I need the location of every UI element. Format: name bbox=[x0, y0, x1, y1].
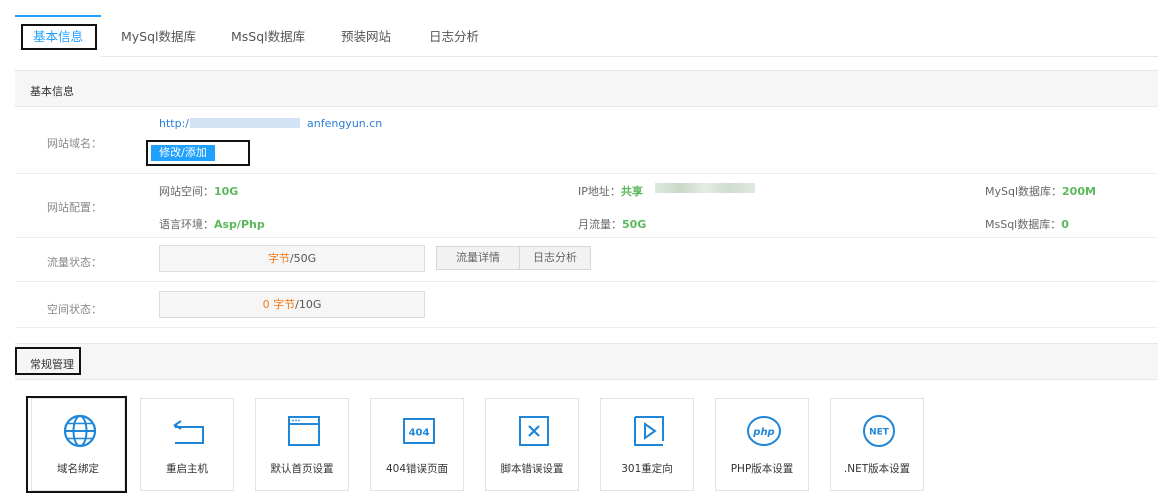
card-301-redirect[interactable]: 301重定向 bbox=[600, 398, 694, 491]
disk-status-label: 空间状态： bbox=[47, 303, 102, 316]
redacted-mask bbox=[655, 183, 755, 193]
disk-status-row: 空间状态： 0 字节/10G bbox=[15, 282, 1158, 328]
restart-icon bbox=[173, 420, 204, 444]
domain-prefix: http:/ bbox=[159, 117, 189, 130]
lang-value: Asp/Php bbox=[214, 218, 265, 231]
disk-total: /10G bbox=[295, 298, 322, 311]
disk-used: 0 bbox=[262, 298, 270, 311]
card-php-version[interactable]: php PHP版本设置 bbox=[715, 398, 809, 491]
traffic-value: 50G bbox=[622, 218, 647, 231]
404-glyph: 404 bbox=[409, 428, 430, 439]
card-label: 重启主机 bbox=[166, 463, 208, 475]
space-info: 网站空间：10G bbox=[159, 185, 239, 198]
lang-info: 语言环境：Asp/Php bbox=[159, 218, 265, 231]
tab-label: MsSql数据库 bbox=[231, 29, 306, 44]
ip-info: IP地址：共享 bbox=[578, 185, 643, 198]
card-label: 301重定向 bbox=[621, 463, 673, 475]
close-box-icon bbox=[519, 416, 549, 446]
log-analysis-button[interactable]: 日志分析 bbox=[519, 246, 591, 270]
modify-add-button-label: 修改/添加 bbox=[151, 145, 215, 161]
card-label: 默认首页设置 bbox=[270, 463, 334, 475]
card-default-homepage[interactable]: 默认首页设置 bbox=[255, 398, 349, 491]
flow-total: /50G bbox=[289, 252, 317, 265]
card-label: 脚本错误设置 bbox=[500, 463, 564, 475]
browser-window-icon bbox=[288, 416, 320, 446]
card-404-page[interactable]: 404 404错误页面 bbox=[370, 398, 464, 491]
flow-status-row: 流量状态： 字节/50G 流量详情 日志分析 bbox=[15, 238, 1158, 282]
play-box-icon bbox=[634, 416, 664, 446]
ip-value: 共享 bbox=[620, 185, 643, 198]
tab-label: 预装网站 bbox=[341, 29, 392, 44]
redacted-mask bbox=[190, 118, 300, 128]
tab-bar: 基本信息 MySql数据库 MsSql数据库 预装网站 日志分析 bbox=[15, 15, 1158, 57]
card-script-error[interactable]: 脚本错误设置 bbox=[485, 398, 579, 491]
space-value: 10G bbox=[214, 185, 239, 198]
tab-label: 日志分析 bbox=[429, 29, 480, 44]
tab-mysql[interactable]: MySql数据库 bbox=[121, 15, 196, 57]
tab-label: MySql数据库 bbox=[121, 29, 197, 44]
domain-row: 网站域名： http:/ anfengyun.cn 修改/添加 bbox=[15, 107, 1158, 174]
card-net-version[interactable]: NET .NET版本设置 bbox=[830, 398, 924, 491]
card-label: .NET版本设置 bbox=[843, 463, 911, 475]
traffic-info: 月流量：50G bbox=[578, 218, 647, 231]
manage-header: 常规管理 bbox=[15, 343, 1158, 380]
disk-usage-bar: 0 字节/10G bbox=[159, 291, 425, 318]
flow-usage-bar: 字节/50G bbox=[159, 245, 425, 272]
mssql-value: 0 bbox=[1061, 218, 1069, 231]
card-label: 404错误页面 bbox=[385, 463, 449, 475]
manage-title-highlight-frame bbox=[15, 347, 81, 375]
mssql-info: MsSql数据库：0 bbox=[985, 218, 1069, 231]
card-restart-host[interactable]: 重启主机 bbox=[140, 398, 234, 491]
404-icon: 404 bbox=[403, 418, 435, 444]
php-icon: php bbox=[747, 416, 781, 446]
domain-card-highlight-frame bbox=[26, 396, 127, 493]
tab-mssql[interactable]: MsSql数据库 bbox=[231, 15, 305, 57]
flow-status-label: 流量状态： bbox=[47, 256, 102, 269]
domain-label: 网站域名： bbox=[47, 137, 102, 150]
modify-add-button[interactable]: 修改/添加 bbox=[146, 140, 250, 166]
disk-used-unit: 字节 bbox=[273, 298, 296, 311]
card-label: PHP版本设置 bbox=[730, 463, 794, 475]
section-title: 基本信息 bbox=[30, 85, 74, 98]
mysql-info: MySql数据库：200M bbox=[985, 185, 1096, 198]
config-row: 网站配置： 网站空间：10G 语言环境：Asp/Php IP地址：共享 月流量：… bbox=[15, 174, 1158, 238]
active-tab-highlight-frame bbox=[21, 24, 97, 50]
basic-info-header: 基本信息 bbox=[15, 70, 1158, 107]
tab-preinstalled-site[interactable]: 预装网站 bbox=[341, 15, 391, 57]
net-icon: NET bbox=[863, 415, 895, 447]
flow-detail-button[interactable]: 流量详情 bbox=[436, 246, 520, 270]
flow-used-unit: 字节 bbox=[267, 252, 290, 265]
tab-log-analysis[interactable]: 日志分析 bbox=[429, 15, 479, 57]
net-glyph: NET bbox=[869, 428, 890, 438]
mysql-value: 200M bbox=[1062, 185, 1096, 198]
php-glyph: php bbox=[752, 427, 774, 438]
config-label: 网站配置： bbox=[47, 201, 102, 214]
domain-suffix: anfengyun.cn bbox=[307, 117, 383, 130]
